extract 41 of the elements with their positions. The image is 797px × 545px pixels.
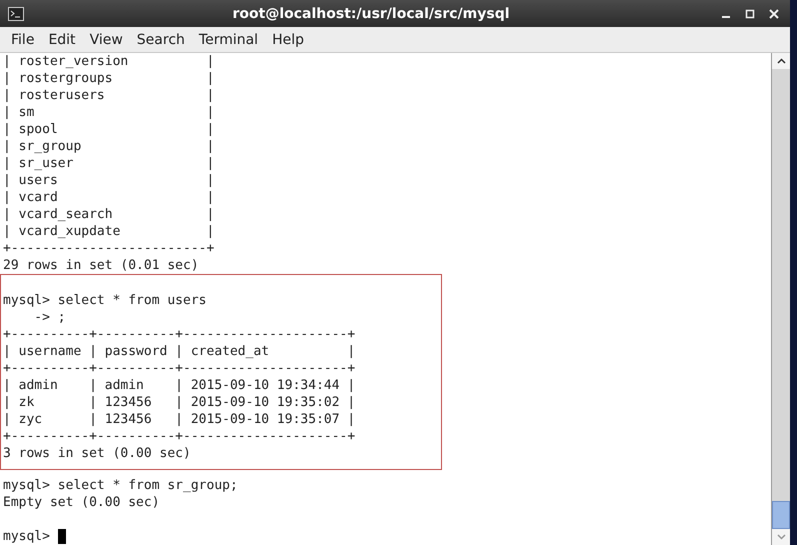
text-cursor [58,529,66,544]
menu-item[interactable]: Edit [41,30,83,50]
terminal-line: | users | [3,172,214,189]
terminal-line: | vcard | [3,189,214,206]
terminal-prompt: mysql> [3,528,51,545]
menu-item[interactable]: File [4,30,42,50]
terminal-line: | zk | 123456 | 2015-09-10 19:35:02 | [3,394,356,411]
menu-item[interactable]: Search [130,30,192,50]
close-icon[interactable] [769,8,779,18]
terminal-icon [8,6,24,20]
terminal-line: mysql> select * from sr_group; [3,477,238,494]
scrollbar[interactable] [771,53,790,545]
scroll-thumb[interactable] [772,501,790,529]
terminal-line: +----------+----------+---------------------+ [3,428,356,445]
terminal-line: -> ; [33,309,66,326]
maximize-icon[interactable] [745,8,755,18]
terminal-line: | vcard_search | [3,206,214,223]
menu-item[interactable]: View [82,30,130,50]
scroll-up-icon[interactable] [776,58,786,64]
terminal-line: | roster_version | [3,53,214,70]
terminal-line: | rostergroups | [3,70,214,87]
menu-item[interactable]: Terminal [192,30,266,50]
terminal-line: mysql> select * from users [3,292,206,309]
scroll-down-icon[interactable] [776,534,786,540]
terminal-line: 29 rows in set (0.01 sec) [3,257,199,274]
terminal-line: | sm | [3,104,214,121]
terminal-line: 3 rows in set (0.00 sec) [3,445,191,462]
terminal-line: +-------------------------+ [3,240,214,257]
terminal-line: Empty set (0.00 sec) [3,494,160,511]
terminal-line: | spool | [3,121,214,138]
terminal-line: | vcard_xupdate | [3,223,214,240]
terminal-line: | admin | admin | 2015-09-10 19:34:44 | [3,377,356,394]
menu-item[interactable]: Help [265,30,311,50]
terminal-line: +----------+----------+---------------------+ [3,326,356,343]
terminal-line: | username | password | created_at | [3,343,356,360]
terminal-line: | zyc | 123456 | 2015-09-10 19:35:07 | [3,411,356,428]
terminal-line: | sr_user | [3,155,214,172]
terminal-line: +----------+----------+---------------------+ [3,360,356,377]
window-title: root@localhost:/usr/local/src/mysql [231,6,511,22]
terminal-line: | rosterusers | [3,87,214,104]
terminal-line: | sr_group | [3,138,214,155]
